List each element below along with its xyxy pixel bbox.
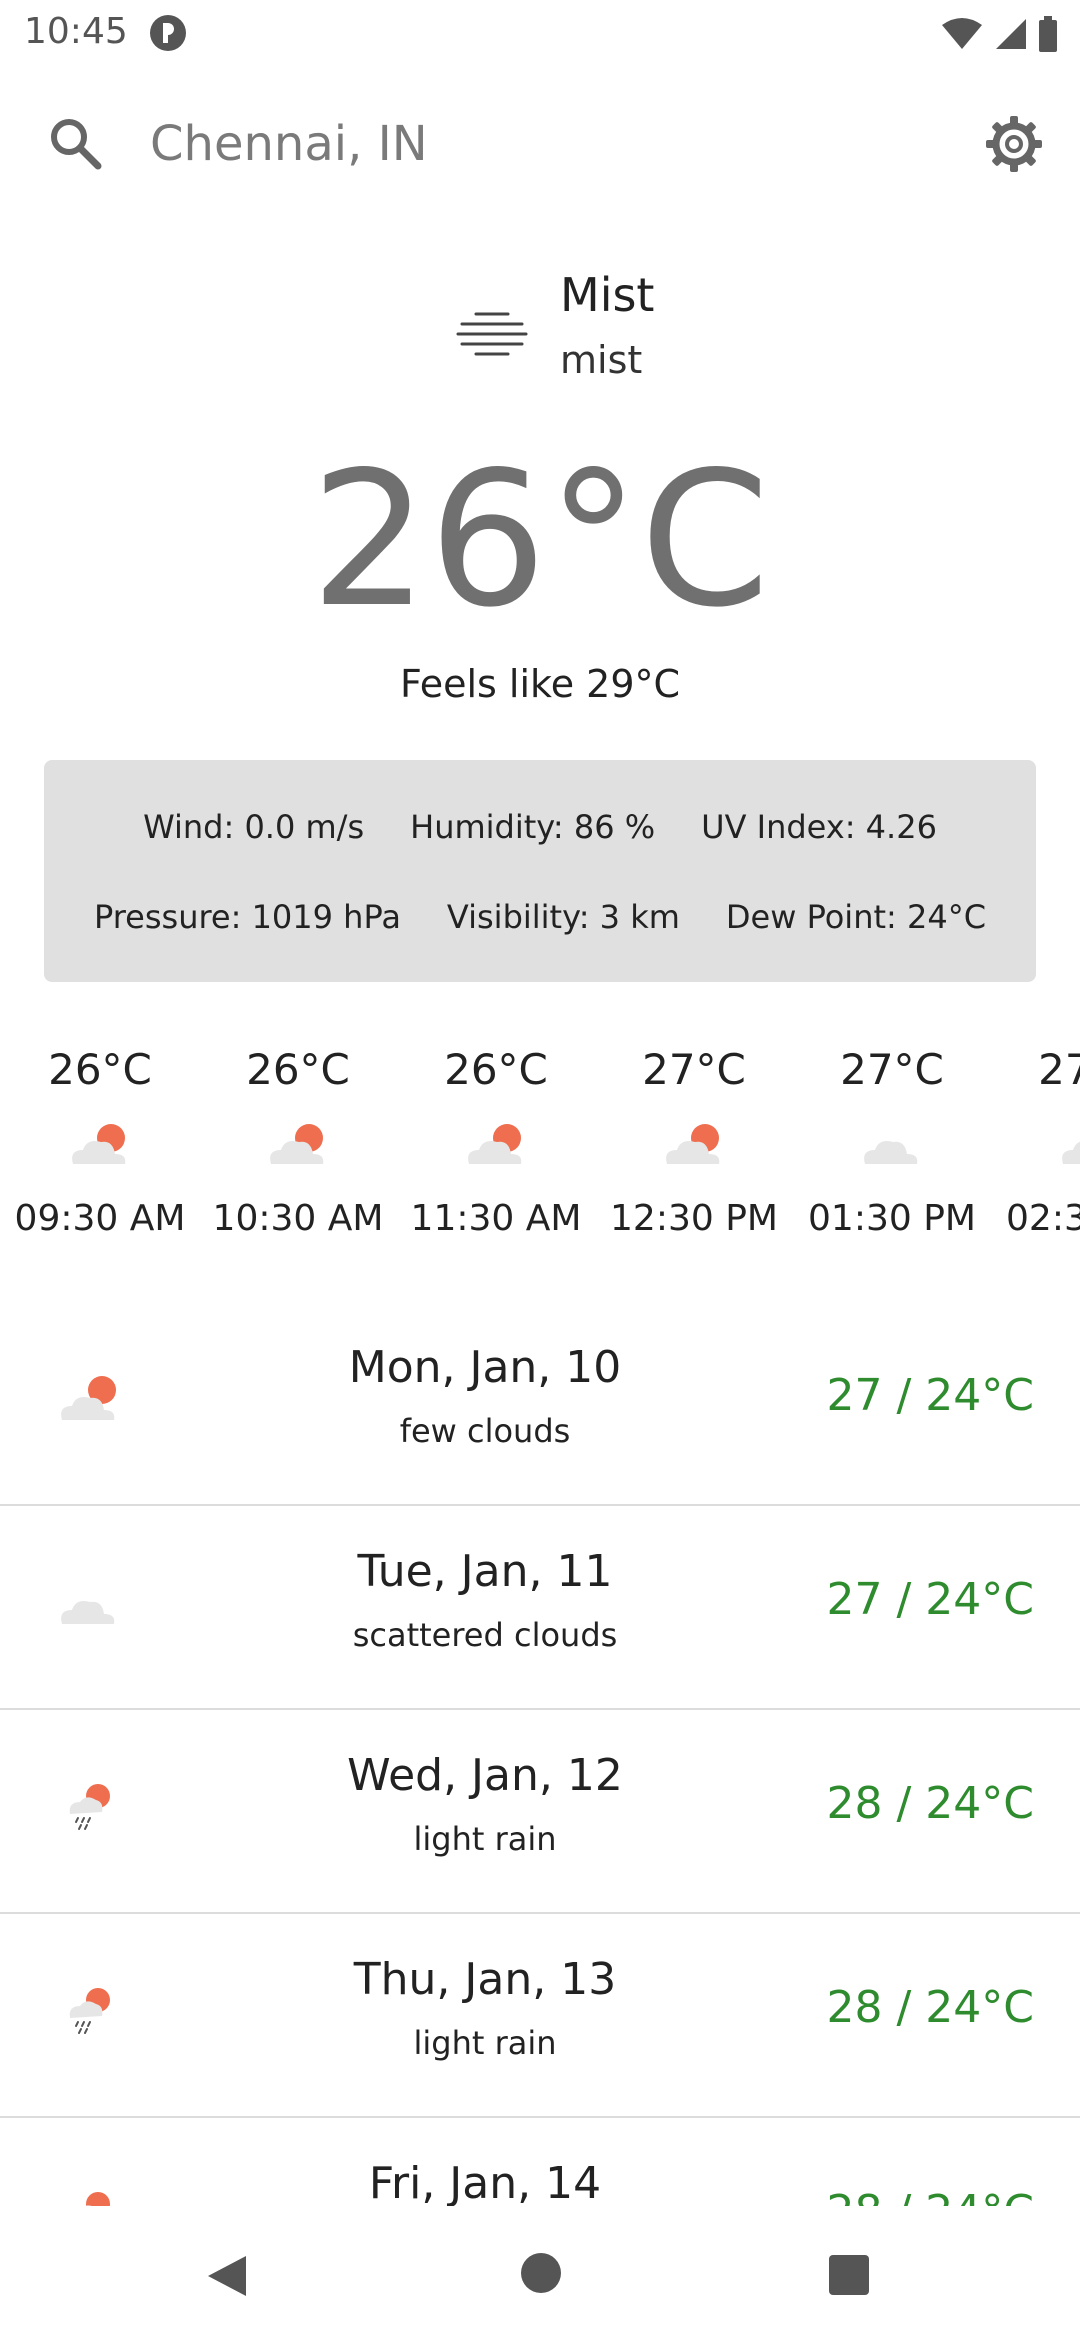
partly-cloudy-day-icon	[61, 1376, 116, 1420]
hourly-time: 10:30 AM	[212, 1198, 384, 1239]
daily-description: scattered clouds	[352, 1616, 618, 1654]
rain-sun-icon	[69, 1988, 110, 2034]
condition-description: mist	[560, 338, 643, 382]
hourly-temperature: 27°C	[840, 1045, 944, 1094]
partly-cloudy-day-icon	[270, 1124, 324, 1164]
cloud-icon	[61, 1601, 115, 1624]
hourly-temperature: 26°C	[444, 1045, 548, 1094]
hourly-forecast-strip[interactable]: 26°C 09:30 AM 26°C 10:30 AM 26°C 11:30 A…	[0, 1040, 1080, 1280]
wifi-icon	[942, 18, 982, 49]
hourly-temperature: 26°C	[48, 1045, 152, 1094]
mist-icon	[456, 312, 528, 356]
daily-temperature-range: 28 / 24°C	[826, 1982, 1035, 2033]
daily-description: light rain	[413, 2024, 557, 2062]
feels-like-text: Feels like 29°C	[399, 662, 681, 706]
hourly-temperature: 27°C	[642, 1045, 746, 1094]
hourly-temperature: 26°C	[246, 1045, 350, 1094]
details-row: Wind: 0.0 m/s Humidity: 86 % UV Index: 4…	[44, 808, 1036, 846]
daily-date: Wed, Jan, 12	[347, 1750, 623, 1801]
city-search-input[interactable]	[150, 106, 910, 182]
daily-date: Thu, Jan, 13	[353, 1954, 617, 2005]
status-icons	[940, 14, 1058, 54]
daily-temperature-range: 28 / 24°C	[826, 1778, 1035, 1829]
daily-description: light rain	[413, 1820, 557, 1858]
partly-cloudy-day-icon	[666, 1124, 720, 1164]
daily-forecast-row[interactable]: Fri, Jan, 14 28 / 24°C	[0, 2116, 1080, 2206]
rain-sun-icon	[85, 2192, 110, 2206]
hourly-item[interactable]: 27°C 02:30 PM	[990, 1040, 1080, 1239]
visibility-value: Visibility: 3 km	[446, 898, 680, 936]
home-icon[interactable]	[520, 2252, 562, 2294]
hourly-time: 11:30 AM	[410, 1198, 582, 1239]
daily-date: Mon, Jan, 10	[348, 1342, 622, 1393]
partly-cloudy-day-icon	[72, 1124, 126, 1164]
uv-index-value: UV Index: 4.26	[701, 808, 937, 846]
partly-cloudy-day-icon	[1062, 1141, 1080, 1164]
rain-sun-icon	[69, 1784, 110, 1830]
daily-forecast-row[interactable]: Wed, Jan, 12 light rain 28 / 24°C	[0, 1708, 1080, 1914]
dew-point-value: Dew Point: 24°C	[725, 898, 987, 936]
daily-forecast-list[interactable]: Mon, Jan, 10 few clouds 27 / 24°C Tue, J…	[0, 1300, 1080, 2206]
current-temperature: 26°C	[310, 431, 770, 648]
condition-title: Mist	[560, 268, 655, 322]
cloud-icon	[864, 1141, 918, 1164]
daily-forecast-row[interactable]: Tue, Jan, 11 scattered clouds 27 / 24°C	[0, 1504, 1080, 1710]
status-time: 10:45	[24, 11, 128, 52]
system-navigation-bar	[0, 2206, 1080, 2340]
daily-forecast-row[interactable]: Mon, Jan, 10 few clouds 27 / 24°C	[0, 1300, 1080, 1506]
recents-icon[interactable]	[828, 2254, 870, 2296]
hourly-item[interactable]: 27°C 12:30 PM	[594, 1040, 794, 1239]
search-icon[interactable]	[44, 112, 108, 176]
hourly-item[interactable]: 26°C 11:30 AM	[396, 1040, 596, 1239]
battery-icon	[1039, 16, 1057, 52]
daily-temperature-range: 27 / 24°C	[826, 1574, 1035, 1625]
hourly-time: 01:30 PM	[808, 1198, 976, 1239]
details-row: Pressure: 1019 hPa Visibility: 3 km Dew …	[44, 898, 1036, 936]
daily-temperature-range: 28 / 24°C	[827, 2186, 1035, 2206]
weather-details-panel: Wind: 0.0 m/s Humidity: 86 % UV Index: 4…	[44, 760, 1036, 982]
hourly-time: 12:30 PM	[610, 1198, 778, 1239]
partly-cloudy-day-icon	[468, 1124, 522, 1164]
daily-temperature-range: 27 / 24°C	[826, 1370, 1035, 1421]
status-bar: 10:45	[0, 0, 1080, 66]
daily-date: Fri, Jan, 14	[368, 2158, 602, 2206]
hourly-item[interactable]: 27°C 01:30 PM	[792, 1040, 992, 1239]
wind-value: Wind: 0.0 m/s	[143, 808, 365, 846]
cell-signal-icon	[996, 19, 1026, 49]
hourly-item[interactable]: 26°C 10:30 AM	[198, 1040, 398, 1239]
hourly-item[interactable]: 26°C 09:30 AM	[0, 1040, 200, 1239]
pressure-value: Pressure: 1019 hPa	[93, 898, 401, 936]
gear-icon[interactable]	[982, 112, 1046, 176]
humidity-value: Humidity: 86 %	[410, 808, 656, 846]
daily-date: Tue, Jan, 11	[357, 1546, 613, 1597]
daily-description: few clouds	[399, 1412, 571, 1450]
hourly-time: 09:30 AM	[14, 1198, 186, 1239]
hourly-temperature: 27°C	[1038, 1045, 1080, 1094]
back-icon[interactable]	[204, 2252, 250, 2300]
app-notification-icon	[150, 15, 186, 51]
daily-forecast-row[interactable]: Thu, Jan, 13 light rain 28 / 24°C	[0, 1912, 1080, 2118]
hourly-time: 02:30 PM	[1006, 1198, 1080, 1239]
